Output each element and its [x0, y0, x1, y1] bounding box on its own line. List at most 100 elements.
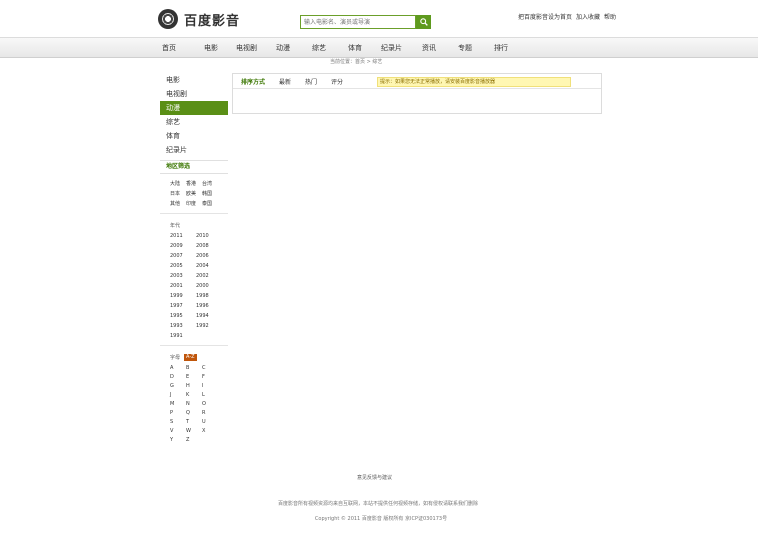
year-filter-title: 年代: [160, 222, 228, 229]
year-item[interactable]: 2010: [196, 233, 222, 239]
letter-item[interactable]: C: [202, 365, 218, 371]
set-homepage-link[interactable]: 把百度影音设为首页: [518, 12, 572, 21]
feedback-link[interactable]: 意见反馈与建议: [357, 474, 392, 481]
letter-item[interactable]: K: [186, 392, 202, 398]
letter-item[interactable]: M: [170, 401, 186, 407]
sidebar-item-sports[interactable]: 体育: [160, 129, 228, 143]
notice-banner: 提示：如果您无法正常播放，请安装百度影音播放器: [377, 77, 571, 87]
sidebar-item-anime[interactable]: 动漫: [160, 101, 228, 115]
letter-item[interactable]: B: [186, 365, 202, 371]
sidebar-item-movie[interactable]: 电影: [160, 73, 228, 87]
search-bar: [300, 15, 431, 29]
year-item[interactable]: 2006: [196, 253, 222, 259]
region-item[interactable]: 日本: [170, 190, 186, 197]
sort-label: 排序方式: [241, 78, 266, 86]
year-item[interactable]: 2011: [170, 233, 196, 239]
nav-item-sports[interactable]: 体育: [348, 43, 362, 53]
region-filter-title: 地区筛选: [160, 160, 228, 174]
year-item[interactable]: 1996: [196, 303, 222, 309]
region-item[interactable]: 香港: [186, 180, 202, 187]
year-item[interactable]: 1995: [170, 313, 196, 319]
footer-copyright: Copyright © 2011 百度影音 版权所有 京ICP证030173号: [314, 516, 448, 522]
year-item[interactable]: 2001: [170, 283, 196, 289]
letter-item[interactable]: O: [202, 401, 218, 407]
letter-item[interactable]: E: [186, 374, 202, 380]
region-item[interactable]: 韩国: [202, 190, 218, 197]
year-item[interactable]: 2004: [196, 263, 222, 269]
year-item[interactable]: 1999: [170, 293, 196, 299]
region-item[interactable]: 印度: [186, 200, 202, 207]
content-panel: 排序方式 最新 热门 评分 提示：如果您无法正常播放，请安装百度影音播放器: [232, 73, 602, 114]
logo[interactable]: 百度影音: [158, 9, 240, 29]
letter-item[interactable]: X: [202, 428, 218, 434]
region-item[interactable]: 欧美: [186, 190, 202, 197]
nav-item-topics[interactable]: 专题: [458, 43, 472, 53]
nav-item-home[interactable]: 首页: [162, 43, 176, 53]
letter-item[interactable]: J: [170, 392, 186, 398]
film-reel-icon: [158, 9, 178, 29]
footer-disclaimer: 百度影音所有视频资源均来自互联网，本站不提供任何视频存储，如有侵权请联系我们删除: [277, 501, 478, 507]
year-item[interactable]: 2007: [170, 253, 196, 259]
sidebar-item-variety[interactable]: 综艺: [160, 115, 228, 129]
nav-item-ranking[interactable]: 排行: [494, 43, 508, 53]
letter-item[interactable]: A: [170, 365, 186, 371]
year-item[interactable]: 2002: [196, 273, 222, 279]
year-item[interactable]: 1992: [196, 323, 222, 329]
tab-popular[interactable]: 热门: [305, 77, 317, 86]
add-favorite-link[interactable]: 加入收藏: [576, 12, 600, 21]
letter-item[interactable]: H: [186, 383, 202, 389]
divider: [160, 345, 228, 346]
region-item[interactable]: 台湾: [202, 180, 218, 187]
year-item[interactable]: 2005: [170, 263, 196, 269]
letter-item[interactable]: G: [170, 383, 186, 389]
letter-item[interactable]: Q: [186, 410, 202, 416]
year-item[interactable]: 1993: [170, 323, 196, 329]
nav-item-tv[interactable]: 电视剧: [236, 43, 257, 53]
sidebar-item-documentary[interactable]: 纪录片: [160, 143, 228, 157]
year-item[interactable]: 2003: [170, 273, 196, 279]
letter-item[interactable]: D: [170, 374, 186, 380]
nav-item-variety[interactable]: 综艺: [312, 43, 326, 53]
year-item[interactable]: 2008: [196, 243, 222, 249]
region-item[interactable]: 泰国: [202, 200, 218, 207]
tab-rating[interactable]: 评分: [331, 77, 343, 86]
letter-filter-title: 字母 A-Z: [160, 354, 228, 361]
nav-item-movie[interactable]: 电影: [204, 43, 218, 53]
region-item[interactable]: 大陆: [170, 180, 186, 187]
letter-item[interactable]: Y: [170, 437, 186, 443]
letter-item[interactable]: I: [202, 383, 218, 389]
letter-item[interactable]: U: [202, 419, 218, 425]
letter-item[interactable]: T: [186, 419, 202, 425]
search-input[interactable]: [300, 15, 416, 29]
region-item[interactable]: 其他: [170, 200, 186, 207]
letter-title: 字母: [170, 355, 181, 361]
nav-item-anime[interactable]: 动漫: [276, 43, 290, 53]
year-item[interactable]: 2000: [196, 283, 222, 289]
search-icon: [419, 18, 428, 26]
year-item[interactable]: 1994: [196, 313, 222, 319]
breadcrumb: 当前位置：首页 > 综艺: [330, 59, 383, 65]
letter-item[interactable]: V: [170, 428, 186, 434]
year-item[interactable]: 1991: [170, 333, 196, 339]
letter-item[interactable]: Z: [186, 437, 202, 443]
letter-item[interactable]: L: [202, 392, 218, 398]
year-item[interactable]: 1998: [196, 293, 222, 299]
divider: [160, 213, 228, 214]
letter-item[interactable]: P: [170, 410, 186, 416]
year-item[interactable]: 2009: [170, 243, 196, 249]
nav-item-documentary[interactable]: 纪录片: [381, 43, 402, 53]
nav-item-news[interactable]: 资讯: [422, 43, 436, 53]
letter-item[interactable]: F: [202, 374, 218, 380]
letter-item[interactable]: N: [186, 401, 202, 407]
sidebar-item-tv[interactable]: 电视剧: [160, 87, 228, 101]
letter-item[interactable]: S: [170, 419, 186, 425]
year-item[interactable]: 1997: [170, 303, 196, 309]
tab-latest[interactable]: 最新: [279, 77, 291, 86]
top-links: 把百度影音设为首页 加入收藏 帮助: [518, 12, 616, 21]
letter-tag[interactable]: A-Z: [184, 354, 197, 361]
sidebar: 电影 电视剧 动漫 综艺 体育 纪录片 地区筛选 大陆 香港 台湾日本 欧美 韩国其他印…: [160, 73, 228, 443]
help-link[interactable]: 帮助: [604, 12, 616, 21]
letter-item[interactable]: W: [186, 428, 202, 434]
search-button[interactable]: [416, 15, 431, 29]
letter-item[interactable]: R: [202, 410, 218, 416]
